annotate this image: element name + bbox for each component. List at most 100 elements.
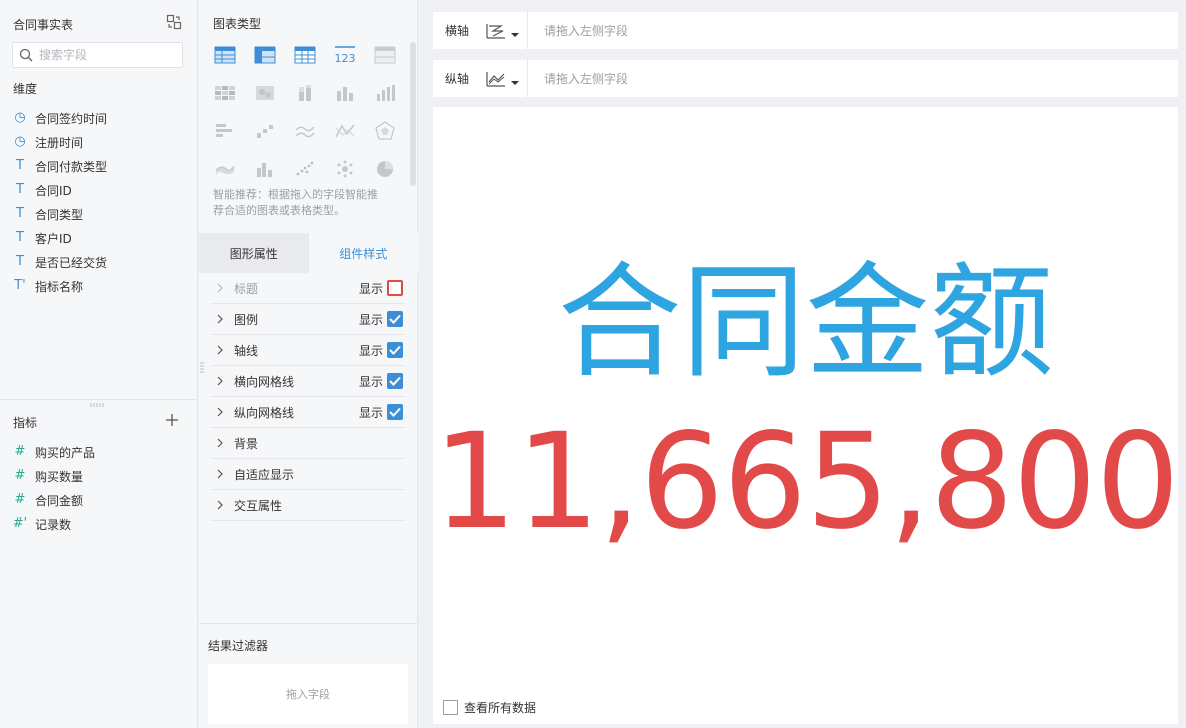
y-axis-bar: 纵轴 请拖入左侧字段 xyxy=(433,60,1178,97)
heat-area-icon[interactable] xyxy=(253,82,277,104)
field-name: 购买的产品 xyxy=(35,445,96,460)
heatmap-table-icon[interactable] xyxy=(213,82,237,104)
config-panel: 图表类型 123 智能推荐：根据拖入的字段智能推荐合适的图表或表格类型。 图形属… xyxy=(199,0,418,728)
y-axis-type-dropdown[interactable] xyxy=(485,68,521,90)
dimension-field[interactable]: ◷ 注册时间 xyxy=(13,130,183,154)
show-checkbox[interactable] xyxy=(387,280,403,296)
dimension-field[interactable]: T 合同类型 xyxy=(13,202,183,226)
field-name: 合同付款类型 xyxy=(35,159,108,174)
kpi-chart-label: 123 xyxy=(335,52,356,65)
area-chart-icon[interactable] xyxy=(213,158,237,180)
dimension-field[interactable]: T' 指标名称 xyxy=(13,274,183,298)
style-property-row[interactable]: 背景 xyxy=(211,428,405,459)
y-axis-drop-zone[interactable]: 请拖入左侧字段 xyxy=(544,70,628,87)
search-input[interactable] xyxy=(39,46,179,64)
filter-divider xyxy=(199,623,418,624)
bubble-chart-icon[interactable] xyxy=(333,158,357,180)
x-axis-drop-zone[interactable]: 请拖入左侧字段 xyxy=(544,22,628,39)
field-name: 注册时间 xyxy=(35,135,84,150)
grouped-table-icon[interactable] xyxy=(373,44,397,66)
radar-chart-icon[interactable] xyxy=(373,120,397,142)
style-property-row[interactable]: 轴线 显示 xyxy=(211,335,405,366)
waterfall-chart-icon[interactable] xyxy=(253,120,277,142)
measure-field[interactable]: # 购买的产品 xyxy=(13,440,183,464)
show-checkbox[interactable] xyxy=(387,342,403,358)
measure-field[interactable]: #' 记录数 xyxy=(13,512,183,536)
tab-component-style[interactable]: 组件样式 xyxy=(308,233,418,273)
chevron-right-icon xyxy=(217,500,223,510)
style-property-row[interactable]: 标题 显示 xyxy=(211,273,405,304)
dimension-field[interactable]: ◷ 合同签约时间 xyxy=(13,106,183,130)
view-all-data-toggle[interactable]: 查看所有数据 xyxy=(443,699,536,716)
x-axis-type-dropdown[interactable] xyxy=(485,20,521,42)
x-axis-type-icon xyxy=(486,23,505,39)
field-panel: 合同事实表 维度 ◷合同签约时间◷注册时间T合同付款类型T合同IDT合同类型T客… xyxy=(0,0,198,728)
table-chart-icon[interactable] xyxy=(213,44,237,66)
dimension-field[interactable]: T 合同ID xyxy=(13,178,183,202)
text-type-icon: T xyxy=(16,182,24,197)
field-name: 合同ID xyxy=(35,183,72,198)
checkmark-icon xyxy=(389,407,401,417)
property-label: 轴线 xyxy=(234,343,259,358)
dataset-title: 合同事实表 xyxy=(13,18,74,32)
property-label: 图例 xyxy=(234,312,259,327)
crosstab-chart-icon[interactable] xyxy=(253,44,277,66)
detail-table-icon[interactable] xyxy=(293,44,317,66)
calculated-text-icon: T' xyxy=(14,278,26,293)
resize-handle-icon[interactable] xyxy=(90,403,104,407)
number-type-icon: # xyxy=(14,444,26,459)
view-all-label: 查看所有数据 xyxy=(464,701,537,715)
pie-chart-icon[interactable] xyxy=(373,158,397,180)
property-label: 交互属性 xyxy=(234,498,283,513)
property-label: 自适应显示 xyxy=(234,467,295,482)
chevron-right-icon xyxy=(217,283,223,293)
dimension-field[interactable]: T 客户ID xyxy=(13,226,183,250)
multi-line-icon[interactable] xyxy=(333,120,357,142)
style-property-row[interactable]: 纵向网格线 显示 xyxy=(211,397,405,428)
dimension-field[interactable]: T 合同付款类型 xyxy=(13,154,183,178)
show-checkbox[interactable] xyxy=(387,373,403,389)
measure-field[interactable]: # 合同金额 xyxy=(13,488,183,512)
recommend-hint: 智能推荐：根据拖入的字段智能推荐合适的图表或表格类型。 xyxy=(213,188,378,217)
field-name: 记录数 xyxy=(35,517,72,532)
y-axis-label: 纵轴 xyxy=(445,72,470,86)
style-property-row[interactable]: 自适应显示 xyxy=(211,459,405,490)
switch-dataset-icon[interactable] xyxy=(166,14,182,30)
show-label: 显示 xyxy=(358,374,383,389)
search-icon xyxy=(19,48,33,62)
chevron-right-icon xyxy=(217,345,223,355)
horizontal-bar-icon[interactable] xyxy=(213,120,237,142)
chart-list-scrollbar[interactable] xyxy=(410,42,416,186)
style-property-row[interactable]: 横向网格线 显示 xyxy=(211,366,405,397)
filter-drop-zone[interactable]: 拖入字段 xyxy=(208,664,408,724)
property-label: 背景 xyxy=(234,436,259,451)
grouped-column-icon[interactable] xyxy=(253,158,277,180)
field-name: 是否已经交货 xyxy=(35,255,108,270)
style-property-row[interactable]: 图例 显示 xyxy=(211,304,405,335)
line-chart-icon[interactable] xyxy=(293,120,317,142)
bar-chart-icon[interactable] xyxy=(333,82,357,104)
resize-grip-icon[interactable] xyxy=(200,362,204,374)
panel-divider xyxy=(0,399,197,400)
x-axis-bar: 横轴 请拖入左侧字段 xyxy=(433,12,1178,49)
chart-canvas: 合同金额 11,665,800 查看所有数据 xyxy=(433,107,1180,724)
measure-field[interactable]: # 购买数量 xyxy=(13,464,183,488)
column-chart-icon[interactable] xyxy=(373,82,397,104)
field-name: 客户ID xyxy=(35,231,72,246)
stacked-bar-icon[interactable] xyxy=(293,82,317,104)
show-checkbox[interactable] xyxy=(387,311,403,327)
search-field-box[interactable] xyxy=(12,42,183,68)
text-type-icon: T xyxy=(16,230,24,245)
show-checkbox[interactable] xyxy=(387,404,403,420)
kpi-chart-icon[interactable]: 123 xyxy=(333,44,357,66)
view-all-checkbox[interactable] xyxy=(443,700,458,715)
scatter-chart-icon[interactable] xyxy=(293,158,317,180)
style-property-row[interactable]: 交互属性 xyxy=(211,490,405,521)
style-property-list: 标题 显示 图例 显示 轴线 显示 横向网格线 显示 纵向网格线 显示 背景 自适应显示 交互属性 xyxy=(211,273,405,521)
dimension-field[interactable]: T 是否已经交货 xyxy=(13,250,183,274)
calculated-number-icon: #' xyxy=(12,516,28,531)
chevron-right-icon xyxy=(217,469,223,479)
property-tabs: 图形属性 组件样式 xyxy=(199,233,418,273)
add-measure-icon[interactable] xyxy=(165,413,179,427)
tab-graphic-attributes[interactable]: 图形属性 xyxy=(199,233,309,273)
